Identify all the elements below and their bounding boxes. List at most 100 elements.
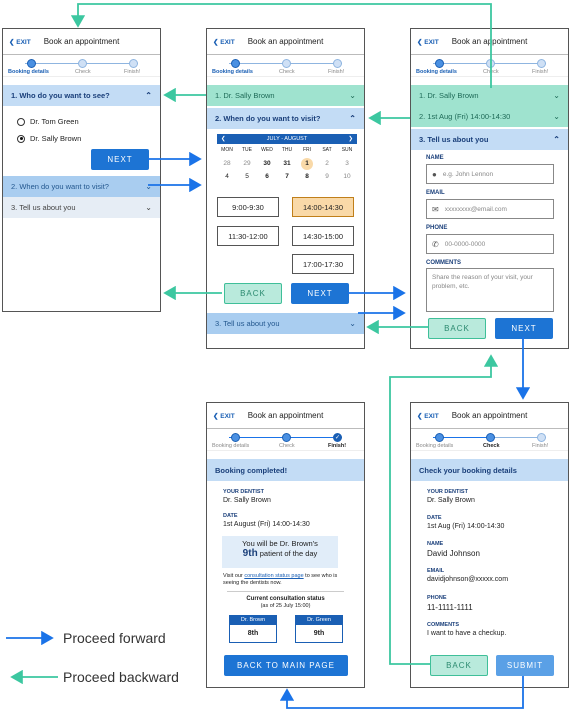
status-title: Current consultation status (246, 596, 325, 602)
exit-button[interactable]: ❮ EXIT (213, 38, 235, 46)
screen-4-check: ❮ EXIT Book an appointment Booking detail… (410, 402, 569, 688)
exit-button[interactable]: ❮ EXIT (9, 38, 31, 46)
prev-month-icon[interactable]: ❮ (221, 136, 226, 142)
chevron-down-icon: ⌄ (349, 319, 356, 328)
comments-field[interactable]: Share the reason of your visit, your pro… (426, 268, 554, 312)
phone-label: PHONE (426, 225, 448, 231)
calendar-day[interactable]: 30 (257, 157, 277, 170)
screen-2-date-time: ❮ EXIT Book an appointment Booking detail… (206, 28, 365, 349)
stepper: Booking details Check Finish! (411, 55, 568, 77)
date-value: 1st Aug (Fri) 14:00-14:30 (427, 523, 505, 530)
back-button[interactable]: BACK (224, 283, 282, 304)
calendar-day[interactable]: 29 (237, 157, 257, 170)
calendar-day[interactable]: 5 (237, 170, 257, 183)
step-3-label: Finish! (532, 69, 549, 75)
email-value: davidjohnson@xxxxx.com (427, 576, 509, 583)
time-slot[interactable]: 9:00-9:30 (217, 197, 279, 217)
calendar-day[interactable]: 2 (317, 157, 337, 170)
consultation-status-link[interactable]: consultation status page (244, 573, 303, 579)
comments-label: COMMENTS (427, 622, 460, 628)
calendar-day[interactable]: 6 (257, 170, 277, 183)
comments-value: I want to have a checkup. (427, 630, 507, 637)
name-value: David Johnson (427, 549, 480, 558)
section-3-header[interactable]: 3. Tell us about you ⌄ (207, 313, 364, 334)
next-button[interactable]: NEXT (291, 283, 349, 304)
section-3-header[interactable]: 3. Tell us about you ⌃ (411, 129, 568, 150)
calendar-day-selected[interactable]: 1 (297, 157, 317, 170)
calendar-day[interactable]: 4 (217, 170, 237, 183)
step-2-dot (282, 433, 291, 442)
calendar-day[interactable]: 9 (317, 170, 337, 183)
section-1-summary[interactable]: 1. Dr. Sally Brown ⌄ (207, 85, 364, 106)
radio-option-sally-brown[interactable]: Dr. Sally Brown (17, 134, 81, 143)
chevron-up-icon: ⌃ (145, 91, 152, 100)
stepper: Booking details Check Finish! (3, 55, 160, 77)
step-2-label: Check (279, 69, 295, 75)
step-3-label: Finish! (328, 443, 347, 449)
name-field[interactable]: ● e.g. John Lennon (426, 164, 554, 184)
calendar-day[interactable]: 10 (337, 170, 357, 183)
radio-option-tom-green[interactable]: Dr. Tom Green (17, 117, 79, 126)
check-icon: ✓ (333, 433, 342, 442)
date-value: 1st August (Fri) 14:00-14:30 (223, 521, 310, 528)
section-1-summary[interactable]: 1. Dr. Sally Brown ⌄ (411, 85, 568, 106)
calendar-day[interactable]: 28 (217, 157, 237, 170)
email-label: EMAIL (427, 568, 445, 574)
phone-field[interactable]: ✆ 00-0000-0000 (426, 234, 554, 254)
step-1-label: Booking details (8, 69, 49, 75)
email-field[interactable]: ✉ xxxxxxxx@email.com (426, 199, 554, 219)
step-1-label: Booking details (416, 443, 454, 449)
calendar-day[interactable]: 8 (297, 170, 317, 183)
back-button[interactable]: BACK (430, 655, 488, 676)
name-label: NAME (427, 541, 444, 547)
submit-button[interactable]: SUBMIT (496, 655, 554, 676)
dentist-label: YOUR DENTIST (223, 489, 264, 495)
step-1-dot (231, 433, 240, 442)
calendar-header: ❮ JULY - AUGUST ❯ (217, 134, 357, 144)
section-2-header[interactable]: 2. When do you want to visit? ⌃ (207, 108, 364, 129)
next-month-icon[interactable]: ❯ (348, 136, 353, 142)
back-to-main-button[interactable]: BACK TO MAIN PAGE (224, 655, 348, 676)
screen-3-about-you: ❮ EXIT Book an appointment Booking detail… (410, 28, 569, 349)
comments-label: COMMENTS (426, 260, 461, 266)
patient-order-box: You will be Dr. Brown's 9th patient of t… (222, 536, 338, 568)
section-1-header[interactable]: 1. Who do you want to see? ⌃ (3, 85, 160, 106)
next-button[interactable]: NEXT (495, 318, 553, 339)
back-button[interactable]: BACK (428, 318, 486, 339)
exit-button[interactable]: ❮ EXIT (417, 412, 439, 420)
calendar-day[interactable]: 7 (277, 170, 297, 183)
exit-button[interactable]: ❮ EXIT (417, 38, 439, 46)
email-label: EMAIL (426, 190, 445, 196)
header: ❮ EXIT Book an appointment (207, 29, 364, 55)
legend-forward-label: Proceed forward (63, 630, 166, 646)
step-2-dot (282, 59, 291, 68)
time-slot-selected[interactable]: 14:00-14:30 (292, 197, 354, 217)
step-3-label: Finish! (328, 69, 345, 75)
step-3-label: Finish! (532, 443, 549, 449)
step-3-dot (333, 59, 342, 68)
section-2-summary[interactable]: 2. 1st Aug (Fri) 14:00-14:30 ⌄ (411, 106, 568, 127)
chevron-down-icon: ⌄ (349, 91, 356, 100)
step-3-dot (537, 433, 546, 442)
chevron-down-icon: ⌄ (145, 182, 152, 191)
header: ❮ EXIT Book an appointment (207, 403, 364, 429)
status-card-brown: Dr. Brown 8th (229, 615, 277, 643)
header: ❮ EXIT Book an appointment (411, 29, 568, 55)
step-2-label: Check (75, 69, 91, 75)
calendar-day[interactable]: 31 (277, 157, 297, 170)
exit-button[interactable]: ❮ EXIT (213, 412, 235, 420)
time-slot[interactable]: 11:30-12:00 (217, 226, 279, 246)
section-2-header[interactable]: 2. When do you want to visit? ⌄ (3, 176, 160, 197)
next-button[interactable]: NEXT (91, 149, 149, 170)
chevron-up-icon: ⌃ (349, 114, 356, 123)
person-icon: ● (432, 169, 437, 179)
calendar-day[interactable]: 3 (337, 157, 357, 170)
dentist-label: YOUR DENTIST (427, 489, 468, 495)
section-3-header[interactable]: 3. Tell us about you ⌄ (3, 197, 160, 218)
status-subtitle: (as of 25 July 15:00) (260, 603, 311, 609)
phone-label: PHONE (427, 595, 447, 601)
step-1-dot (435, 433, 444, 442)
time-slot[interactable]: 17:00-17:30 (292, 254, 354, 274)
time-slot[interactable]: 14:30-15:00 (292, 226, 354, 246)
check-heading: Check your booking details (411, 459, 568, 481)
